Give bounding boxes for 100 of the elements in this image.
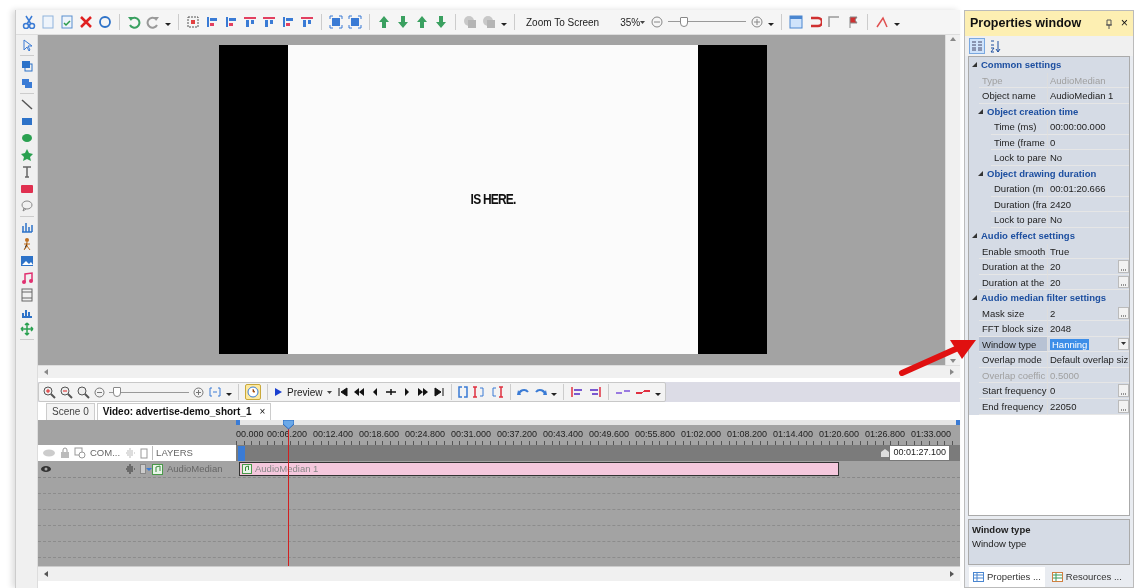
dropdown-button[interactable] (1118, 337, 1129, 351)
play-icon[interactable] (274, 387, 283, 397)
property-name[interactable]: Duration at the (979, 259, 1048, 275)
categorized-view-button[interactable] (969, 38, 985, 54)
star-icon[interactable] (19, 148, 34, 162)
marker-icon[interactable] (384, 386, 397, 398)
zoom-mode-label[interactable]: Zoom To Screen (526, 14, 600, 30)
start-marker[interactable] (238, 445, 245, 461)
sort-icon[interactable] (989, 39, 1001, 53)
table-icon[interactable] (973, 572, 984, 582)
align-icon[interactable] (262, 15, 276, 29)
table-icon[interactable] (1051, 572, 1063, 582)
property-name[interactable]: Start frequency (979, 383, 1048, 400)
property-name[interactable]: Object name (979, 88, 1048, 104)
align-icon[interactable] (281, 15, 295, 29)
panel-tab[interactable]: Properties ... (969, 567, 1045, 587)
property-value[interactable]: 00:01:20.666 (1048, 181, 1129, 196)
arrow-down-icon[interactable] (396, 15, 410, 29)
shapes-icon[interactable] (19, 76, 34, 90)
horizontal-scrollbar[interactable] (38, 365, 960, 378)
music-note-icon[interactable] (19, 271, 34, 285)
property-name[interactable]: Time (frame (991, 134, 1048, 151)
property-value[interactable]: AudioMedian 1 (1048, 88, 1129, 103)
shape-icon[interactable] (463, 15, 477, 29)
property-value[interactable]: 2 (1048, 305, 1118, 321)
align-icon[interactable] (300, 15, 314, 29)
property-name[interactable]: Duration (fra (991, 196, 1048, 213)
trash-icon[interactable] (140, 447, 149, 459)
property-value[interactable]: 00:00:00.000 (1048, 119, 1129, 134)
speech-bubble-icon[interactable] (19, 199, 34, 213)
film-icon[interactable] (19, 288, 34, 302)
ellipsis-button[interactable] (1118, 275, 1129, 289)
flag-icon[interactable] (846, 15, 861, 29)
align-icon[interactable] (224, 15, 238, 29)
ellipsis-icon[interactable] (1120, 392, 1127, 397)
collapse-icon[interactable] (971, 232, 978, 240)
document-tab[interactable]: Scene 0 (46, 403, 95, 420)
zoom-out-icon[interactable] (60, 385, 73, 399)
line-icon[interactable] (19, 97, 34, 111)
close-icon[interactable] (79, 15, 93, 29)
scroll-right-icon[interactable] (948, 570, 956, 578)
property-value[interactable]: True (1048, 243, 1129, 259)
ellipsis-icon[interactable] (1120, 267, 1127, 272)
lock-icon[interactable] (60, 447, 70, 459)
fast-forward-icon[interactable] (416, 386, 429, 398)
skip-start-icon[interactable] (336, 386, 349, 398)
preview-button[interactable]: Preview (274, 384, 333, 400)
collapse-icon[interactable] (977, 170, 984, 178)
zoom-in-icon[interactable] (43, 385, 56, 399)
property-value[interactable]: 2420 (1048, 196, 1129, 212)
ellipsis-button[interactable] (1118, 260, 1129, 273)
align-icon[interactable] (569, 386, 584, 398)
align-icon[interactable] (205, 15, 219, 29)
column-header[interactable]: COM... (90, 445, 121, 461)
property-name[interactable]: End frequency (979, 399, 1048, 415)
ellipsis-icon[interactable] (1120, 407, 1127, 412)
corner-icon[interactable] (827, 15, 842, 29)
column-header[interactable]: LAYERS (152, 445, 193, 461)
scissors-icon[interactable] (22, 15, 36, 29)
property-name[interactable]: Overlap mode (979, 352, 1048, 368)
ellipsis-button[interactable] (1118, 400, 1129, 413)
scroll-left-icon[interactable] (42, 570, 50, 578)
magnet-icon[interactable] (808, 15, 823, 29)
close-tab-button[interactable]: × (259, 405, 266, 419)
skip-end-icon[interactable] (432, 386, 445, 398)
slider-thumb[interactable] (113, 387, 121, 397)
align-icon[interactable] (587, 386, 602, 398)
arrow-down-icon[interactable] (434, 15, 448, 29)
chart-icon[interactable] (19, 220, 34, 234)
horizontal-scrollbar[interactable] (38, 566, 960, 581)
vertical-scrollbar[interactable] (945, 35, 960, 365)
align-icon[interactable] (243, 15, 257, 29)
ellipsis-button[interactable] (1118, 384, 1129, 398)
arrow-up-icon[interactable] (377, 15, 391, 29)
ellipsis-icon[interactable] (1120, 283, 1127, 288)
timeline-range-bar[interactable] (236, 420, 960, 425)
property-value[interactable]: 20 (1048, 259, 1118, 274)
shapes-icon[interactable] (74, 447, 86, 459)
collapse-icon[interactable] (971, 61, 978, 69)
property-value[interactable]: 2048 (1048, 321, 1129, 336)
bracket-icon[interactable] (471, 386, 486, 398)
collapse-icon[interactable] (977, 107, 984, 115)
subtitle-icon[interactable] (19, 182, 34, 196)
ellipsis-button[interactable] (1118, 306, 1129, 320)
property-value[interactable]: 22050 (1048, 399, 1118, 414)
property-name[interactable]: Duration (m (991, 181, 1048, 197)
scroll-left-icon[interactable] (42, 368, 50, 376)
curve-arrow-icon[interactable] (533, 386, 547, 398)
redo-icon[interactable] (146, 15, 160, 29)
pin-icon[interactable] (1104, 18, 1113, 29)
end-marker-icon[interactable] (881, 449, 890, 457)
collapse-icon[interactable] (971, 294, 978, 302)
caret-icon[interactable] (1120, 342, 1127, 347)
image-icon[interactable] (19, 254, 34, 268)
property-value[interactable]: No (1048, 212, 1129, 227)
fit-icon[interactable] (329, 15, 343, 29)
panel-tab[interactable]: Resources ... (1047, 567, 1126, 587)
ellipsis-icon[interactable] (1120, 314, 1127, 319)
property-name[interactable]: FFT block size (979, 321, 1048, 337)
property-name[interactable]: Mask size (979, 305, 1048, 322)
